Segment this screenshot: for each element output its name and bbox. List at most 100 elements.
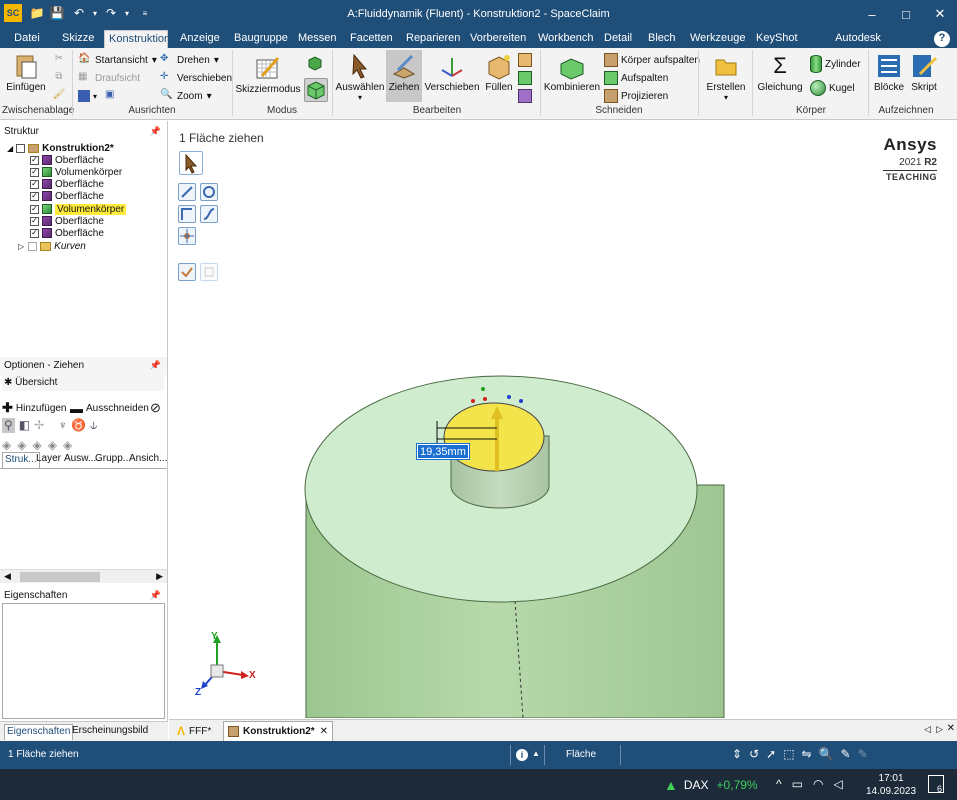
aufspalten-button[interactable]: Aufspalten bbox=[604, 70, 668, 86]
tree-item[interactable]: ✓ Oberfläche bbox=[30, 215, 104, 227]
tab-properties[interactable]: Eigenschaften bbox=[4, 724, 74, 740]
help-button[interactable]: ? bbox=[934, 31, 950, 47]
doc-tab-fff[interactable]: Λ FFF* bbox=[173, 722, 215, 740]
pin-icon[interactable]: 📌 bbox=[150, 360, 161, 371]
pull-both-option-icon[interactable]: ◈ bbox=[32, 438, 41, 452]
erstellen-button[interactable]: Erstellen ▾ bbox=[704, 52, 748, 102]
draufsicht-button[interactable]: ▦ Draufsicht bbox=[78, 70, 140, 86]
skript-button[interactable]: Skript bbox=[908, 52, 940, 93]
auswaehlen-button[interactable]: Auswählen ▾ bbox=[336, 52, 384, 102]
tab-workbench[interactable]: Workbench bbox=[534, 30, 593, 48]
axis-triad[interactable] bbox=[195, 631, 265, 701]
zoom-button[interactable]: 🔍 Zoom ▾ bbox=[160, 88, 212, 104]
draft-option-icon[interactable]: ♆ bbox=[58, 418, 67, 433]
tab-datei[interactable]: Datei bbox=[8, 30, 46, 48]
box-select-icon[interactable]: ⬚ bbox=[783, 747, 794, 761]
tray-expand-icon[interactable]: ^ bbox=[776, 777, 782, 791]
tab-werkzeuge[interactable]: Werkzeuge bbox=[686, 30, 746, 48]
minimize-button[interactable]: – bbox=[855, 0, 889, 28]
pin-icon[interactable]: 📌 bbox=[150, 126, 161, 137]
pin-icon[interactable]: 📌 bbox=[150, 590, 161, 601]
tree-root[interactable]: ◢ Konstruktion2* bbox=[7, 142, 114, 154]
gleichung-button[interactable]: Σ Gleichung bbox=[756, 52, 804, 93]
tree-item[interactable]: ✓ Oberfläche bbox=[30, 154, 104, 166]
tree-checkbox[interactable]: ✓ bbox=[30, 179, 39, 189]
info-icon[interactable]: i bbox=[516, 749, 528, 761]
tab-autodesk-simulation[interactable]: Autodesk Simulation bbox=[810, 30, 906, 60]
tab-vorbereiten[interactable]: Vorbereiten bbox=[466, 30, 528, 48]
info-dropdown-icon[interactable]: ▲ bbox=[532, 749, 540, 758]
tab-skizze[interactable]: Skizze bbox=[58, 30, 98, 48]
skizziermodus-button[interactable]: Skizziermodus bbox=[235, 54, 301, 95]
display-icon[interactable]: ▭ bbox=[792, 777, 803, 791]
tree-checkbox[interactable]: ✓ bbox=[30, 167, 39, 177]
selection-filter[interactable]: Fläche bbox=[566, 749, 596, 760]
copy-edge-option-icon[interactable]: ◈ bbox=[17, 438, 26, 452]
tab-anzeige[interactable]: Anzeige bbox=[176, 30, 222, 48]
no-merge-option[interactable]: ⊘ bbox=[150, 400, 161, 416]
tree-checkbox[interactable]: ✓ bbox=[30, 204, 39, 214]
ziehen-button[interactable]: Ziehen bbox=[386, 50, 422, 102]
verschieben-view-button[interactable]: ✛ Verschieben bbox=[160, 70, 232, 86]
tree-checkbox[interactable]: ✓ bbox=[30, 228, 39, 238]
format-brush-button[interactable]: 🖌 bbox=[52, 88, 69, 104]
maximize-button[interactable]: □ bbox=[889, 0, 923, 28]
scroll-right-icon[interactable]: ▶ bbox=[156, 571, 163, 582]
tree-checkbox[interactable]: ✓ bbox=[30, 155, 39, 165]
tweak-face-button[interactable] bbox=[518, 70, 535, 86]
tab-konstruktion[interactable]: Konstruktion bbox=[104, 30, 170, 48]
close-tab-icon[interactable]: ✕ bbox=[320, 726, 328, 737]
tab-baugruppe[interactable]: Baugruppe bbox=[230, 30, 288, 48]
undo-view-icon[interactable]: ↺ bbox=[749, 747, 759, 761]
cut-button[interactable]: ✂ bbox=[52, 52, 69, 68]
tab-facetten[interactable]: Facetten bbox=[346, 30, 394, 48]
tab-detail[interactable]: Detail bbox=[600, 30, 636, 48]
startansicht-button[interactable]: 🏠 Startansicht ▾ bbox=[78, 52, 157, 68]
fuellen-button[interactable]: Füllen bbox=[482, 52, 516, 93]
tab-scroll-right-icon[interactable]: ▷ bbox=[936, 724, 943, 735]
tab-reparieren[interactable]: Reparieren bbox=[402, 30, 460, 48]
tree-item-curves[interactable]: ▷ Kurven bbox=[18, 240, 86, 252]
notification-icon[interactable]: 6 bbox=[928, 775, 944, 794]
3d-mode-button[interactable] bbox=[304, 78, 328, 102]
tab-appearance[interactable]: Erscheinungsbild bbox=[70, 724, 150, 740]
tab-blech[interactable]: Blech bbox=[644, 30, 678, 48]
tab-keyshot[interactable]: KeyShot bbox=[752, 30, 800, 48]
viewport[interactable]: 1 Fläche ziehen Ansys 2021 R2 TEACHING 1… bbox=[169, 121, 957, 718]
wifi-icon[interactable]: ◠ bbox=[813, 777, 823, 791]
collapse-icon[interactable]: ◢ bbox=[7, 144, 13, 153]
pointer-icon[interactable]: ➚ bbox=[766, 747, 776, 761]
replace-button[interactable] bbox=[518, 88, 535, 104]
stock-widget[interactable]: ▲ DAX +0,79% bbox=[664, 777, 758, 793]
add-option[interactable]: ✚ Hinzufügen bbox=[2, 400, 67, 416]
kugel-button[interactable]: Kugel bbox=[810, 78, 855, 98]
dimension-input[interactable]: 19,35mm bbox=[416, 443, 470, 460]
tree-scrollbar[interactable]: ◀ ▶ bbox=[0, 569, 167, 583]
blend-option-icon[interactable]: ♉ bbox=[71, 418, 86, 433]
bloecke-button[interactable]: Blöcke bbox=[872, 52, 906, 93]
ruled-option-icon[interactable]: ◈ bbox=[48, 438, 57, 452]
tree-item[interactable]: ✓ Volumenkörper bbox=[30, 166, 122, 178]
view-cube-button[interactable]: ▾ ▣ bbox=[78, 88, 122, 104]
einfuegen-button[interactable]: Einfügen bbox=[6, 52, 46, 93]
pivot-option-icon[interactable]: ⫝ bbox=[90, 418, 97, 433]
sketch-icon[interactable]: ✎ bbox=[841, 747, 851, 761]
copy-button[interactable]: ⧉ bbox=[52, 70, 69, 86]
koerper-aufspalten-button[interactable]: Körper aufspalten bbox=[604, 52, 700, 68]
zoom-icon[interactable]: 🔍 bbox=[819, 747, 834, 761]
zylinder-button[interactable]: Zylinder bbox=[810, 54, 861, 74]
tab-messen[interactable]: Messen bbox=[294, 30, 338, 48]
pull-option-icon[interactable]: ⚲ bbox=[2, 418, 15, 433]
projizieren-button[interactable]: Projizieren bbox=[604, 88, 668, 104]
scroll-left-icon[interactable]: ◀ bbox=[4, 571, 11, 582]
tree-checkbox[interactable] bbox=[28, 241, 38, 251]
offset-option-icon[interactable]: ◈ bbox=[2, 438, 11, 452]
tree-item-selected[interactable]: ✓ Volumenkörper bbox=[30, 203, 127, 215]
blend-button[interactable] bbox=[518, 52, 535, 68]
tree-item[interactable]: ✓ Oberfläche bbox=[30, 190, 104, 202]
revolve-option-icon[interactable]: ◧ bbox=[19, 418, 30, 433]
scroll-thumb[interactable] bbox=[20, 572, 100, 582]
close-button[interactable]: ✕ bbox=[923, 0, 957, 28]
section-mode-button[interactable] bbox=[306, 54, 324, 72]
options-overview[interactable]: ✱ Übersicht bbox=[2, 375, 164, 391]
